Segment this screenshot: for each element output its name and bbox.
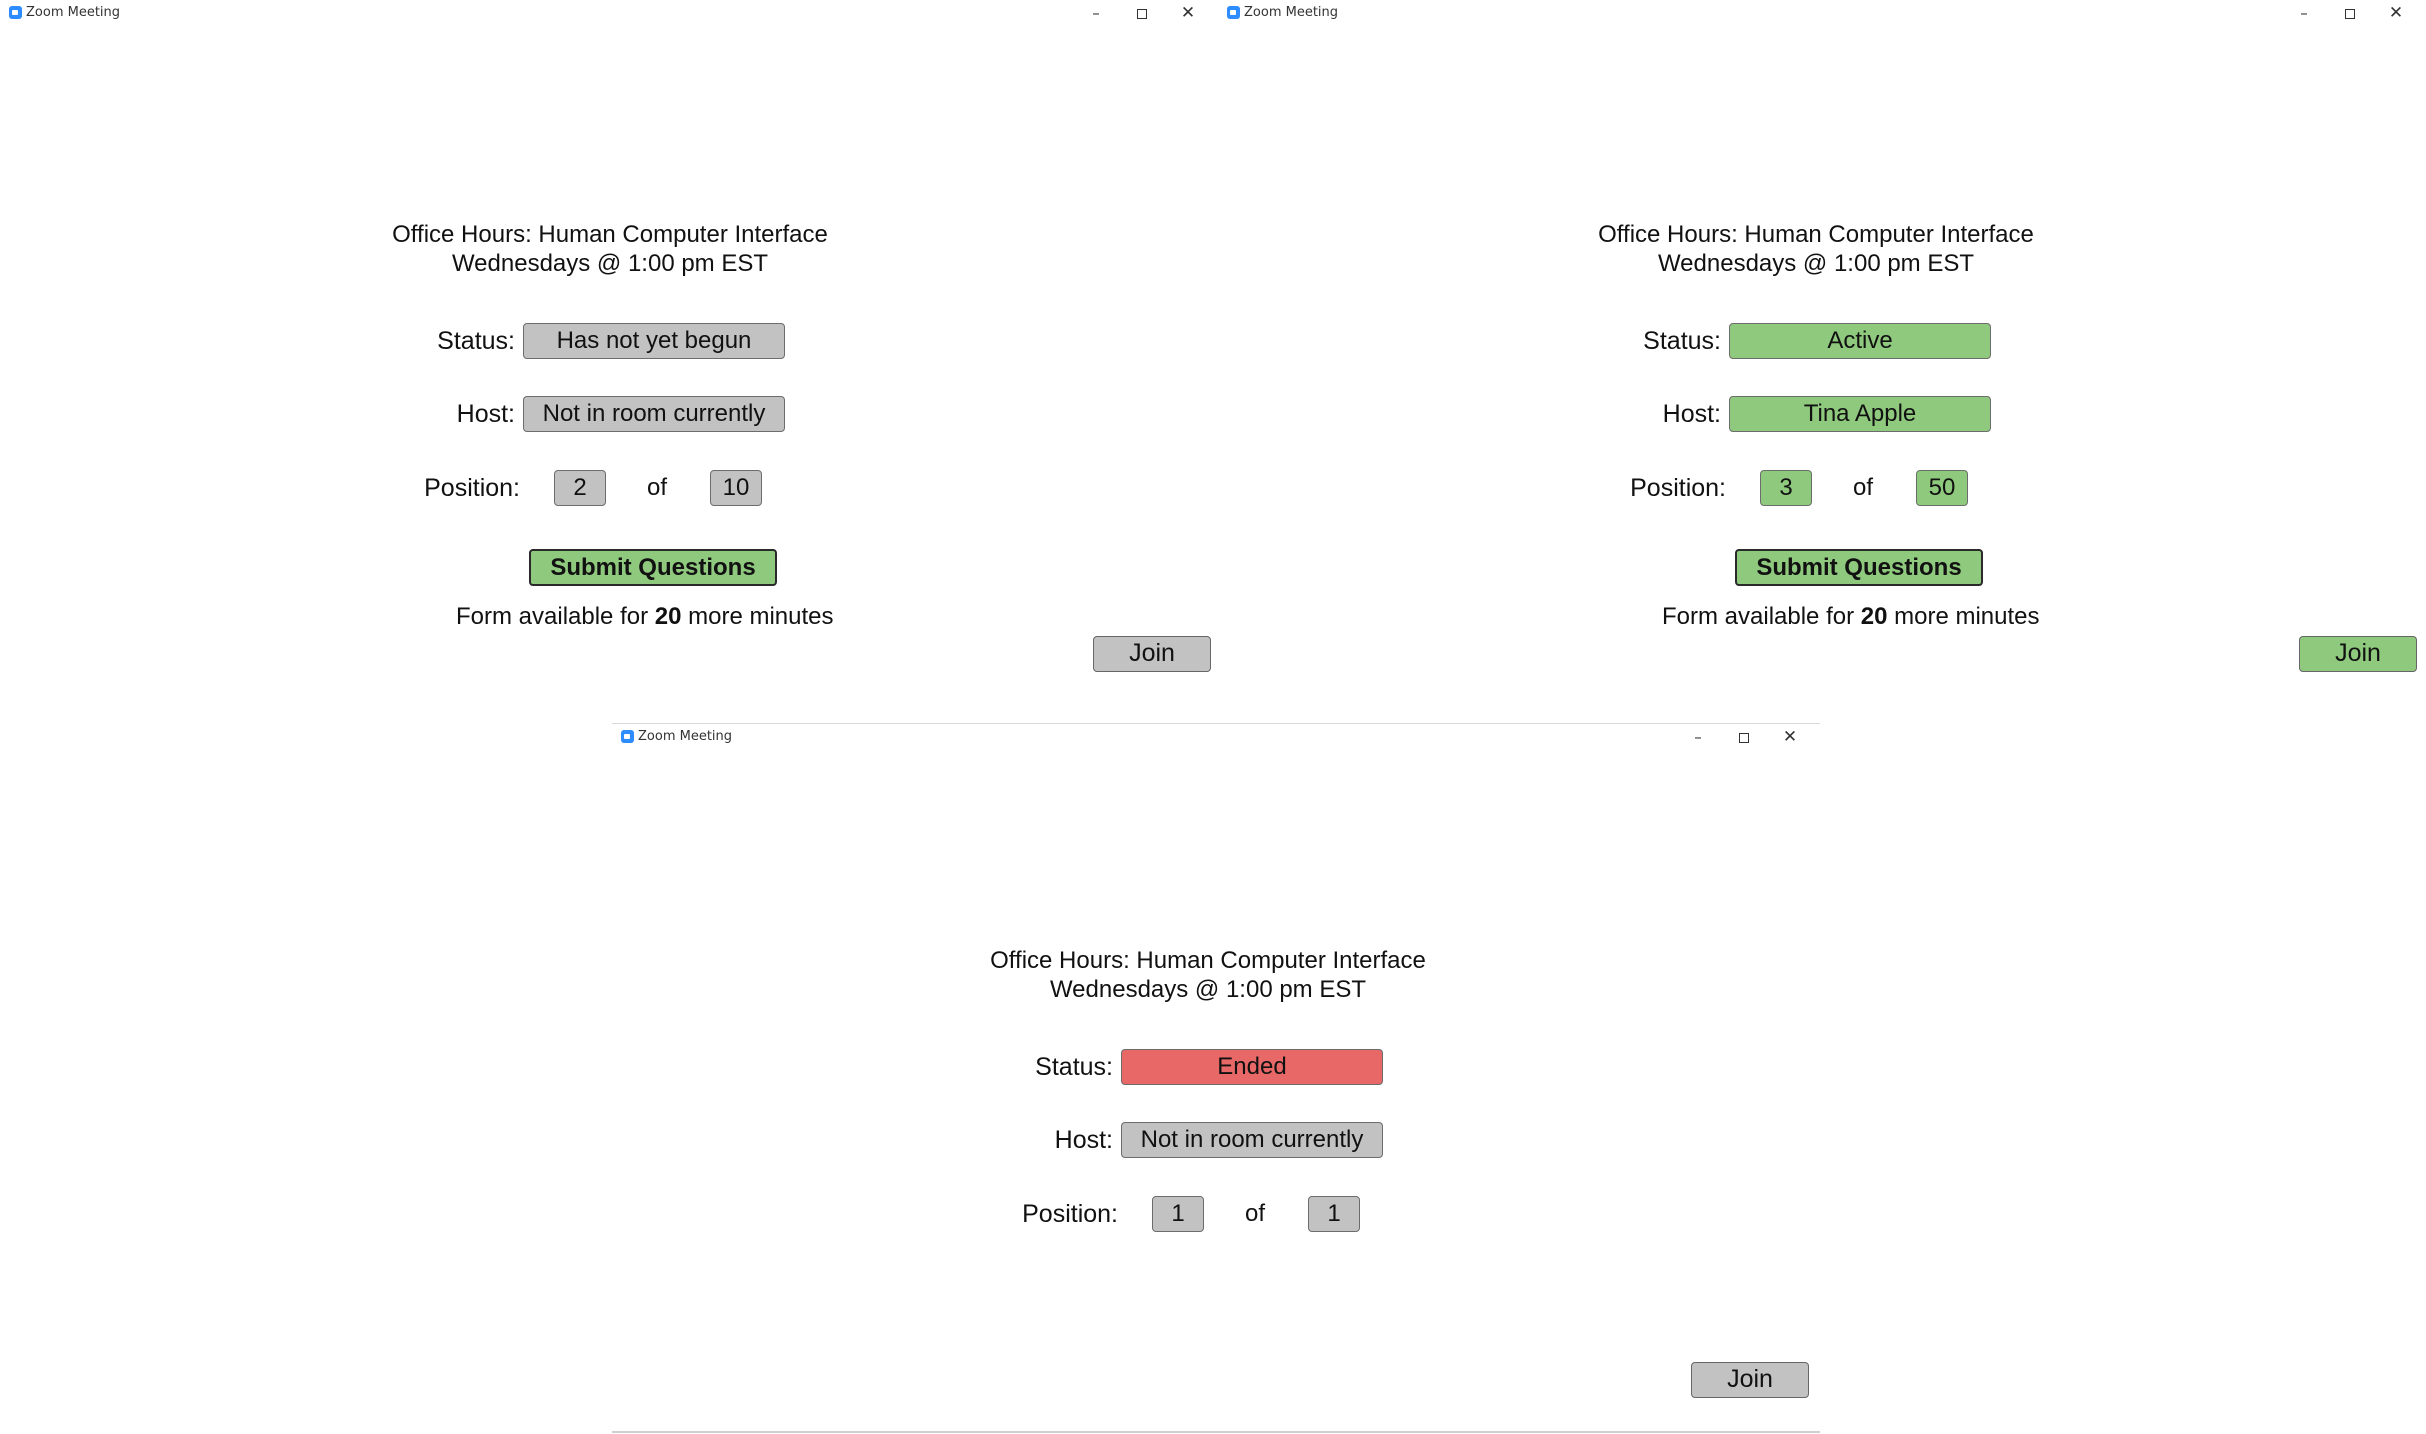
minimize-icon[interactable]: – <box>1675 724 1721 750</box>
position-current-badge: 2 <box>554 470 606 506</box>
course-title: Office Hours: Human Computer Interface <box>1598 221 2034 248</box>
zoom-app-icon <box>9 6 22 19</box>
submit-questions-button[interactable]: Submit Questions <box>1735 549 1983 586</box>
host-label: Host: <box>1662 400 1721 428</box>
minimize-icon[interactable]: – <box>2281 0 2327 26</box>
title-bar: Zoom Meeting – ✕ <box>0 0 1218 26</box>
form-note-suffix: more minutes <box>1894 603 2040 630</box>
position-of-text: of <box>647 474 668 501</box>
minimize-icon[interactable]: – <box>1073 0 1119 26</box>
host-badge: Tina Apple <box>1729 396 1991 432</box>
zoom-app-icon <box>1227 6 1240 19</box>
close-icon[interactable]: ✕ <box>1165 0 1211 26</box>
host-badge: Not in room currently <box>523 396 785 432</box>
close-icon[interactable]: ✕ <box>1767 724 1813 750</box>
position-total-badge: 50 <box>1916 470 1968 506</box>
status-label: Status: <box>437 327 515 355</box>
host-badge: Not in room currently <box>1121 1122 1383 1158</box>
form-note-prefix: Form available for <box>1662 603 1855 630</box>
schedule-text: Wednesdays @ 1:00 pm EST <box>1657 250 1975 277</box>
form-note-prefix: Form available for <box>456 603 649 630</box>
window-title: Zoom Meeting <box>26 5 121 20</box>
close-icon[interactable]: ✕ <box>2373 0 2419 26</box>
host-label: Host: <box>1054 1126 1113 1154</box>
position-current-badge: 1 <box>1152 1196 1204 1232</box>
status-badge: Ended <box>1121 1049 1383 1085</box>
schedule-text: Wednesdays @ 1:00 pm EST <box>451 250 769 277</box>
status-label: Status: <box>1643 327 1721 355</box>
join-button[interactable]: Join <box>1691 1362 1809 1398</box>
position-label: Position: <box>1630 474 1726 502</box>
course-title: Office Hours: Human Computer Interface <box>392 221 828 248</box>
form-note-suffix: more minutes <box>688 603 834 630</box>
position-label: Position: <box>1022 1200 1118 1228</box>
form-availability-note: Form available for 20 more minutes <box>1662 602 2040 632</box>
join-button[interactable]: Join <box>1093 636 1211 672</box>
window-title: Zoom Meeting <box>1244 5 1339 20</box>
position-current-badge: 3 <box>1760 470 1812 506</box>
submit-questions-button[interactable]: Submit Questions <box>529 549 777 586</box>
schedule-text: Wednesdays @ 1:00 pm EST <box>1049 976 1367 1003</box>
zoom-window-active: Zoom Meeting – ✕ Office Hours: Human Com… <box>1218 0 2426 720</box>
form-availability-note: Form available for 20 more minutes <box>456 602 834 632</box>
title-bar: Zoom Meeting – ✕ <box>612 724 1820 750</box>
position-label: Position: <box>424 474 520 502</box>
maximize-icon[interactable] <box>1119 0 1165 26</box>
host-label: Host: <box>456 400 515 428</box>
position-of-text: of <box>1853 474 1874 501</box>
position-total-badge: 10 <box>710 470 762 506</box>
status-badge: Active <box>1729 323 1991 359</box>
course-title: Office Hours: Human Computer Interface <box>990 947 1426 974</box>
maximize-icon[interactable] <box>2327 0 2373 26</box>
maximize-icon[interactable] <box>1721 724 1767 750</box>
zoom-window-waiting: Zoom Meeting – ✕ Office Hours: Human Com… <box>0 0 1218 720</box>
position-of-text: of <box>1245 1200 1266 1227</box>
position-total-badge: 1 <box>1308 1196 1360 1232</box>
form-note-minutes: 20 <box>654 603 682 630</box>
zoom-app-icon <box>621 730 634 743</box>
form-note-minutes: 20 <box>1860 603 1888 630</box>
join-button[interactable]: Join <box>2299 636 2417 672</box>
status-label: Status: <box>1035 1053 1113 1081</box>
zoom-window-ended: Zoom Meeting – ✕ Office Hours: Human Com… <box>612 723 1820 1433</box>
window-title: Zoom Meeting <box>638 729 733 744</box>
status-badge: Has not yet begun <box>523 323 785 359</box>
title-bar: Zoom Meeting – ✕ <box>1218 0 2426 26</box>
